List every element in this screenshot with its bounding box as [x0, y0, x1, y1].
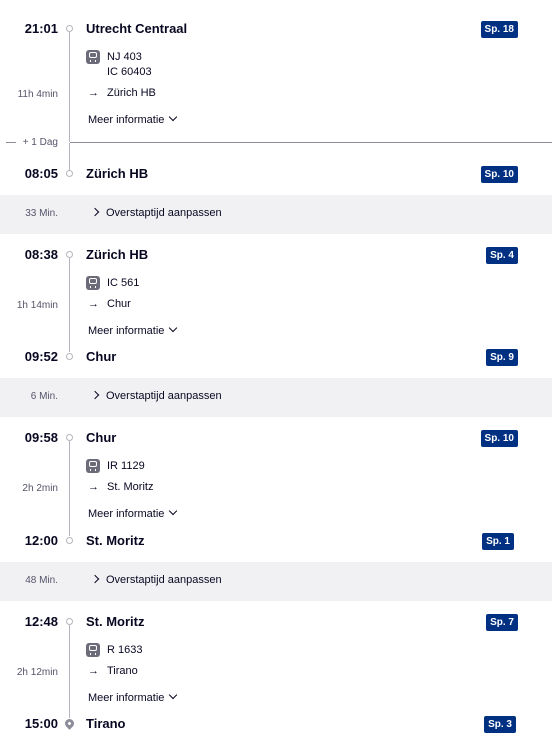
chevron-right-icon — [90, 574, 100, 584]
departure-time: 12:48 — [24, 614, 58, 629]
transfer-row: 6 Min. Overstaptijd aanpassen — [0, 378, 552, 417]
more-info-link[interactable]: Meer informatie — [88, 690, 178, 705]
departure-time: 09:58 — [24, 430, 58, 445]
train-direction: St. Moritz — [107, 481, 154, 493]
transfer-row: 33 Min. Overstaptijd aanpassen — [0, 195, 552, 234]
stop-dot — [66, 618, 73, 625]
leg-duration: 2h 12min — [16, 667, 58, 678]
arrival-time: 09:52 — [24, 349, 58, 364]
stop-dot — [66, 25, 73, 32]
arrival-time: 12:00 — [24, 533, 58, 548]
train-number: IR 1129 — [107, 460, 145, 472]
chevron-down-icon — [169, 323, 178, 333]
arrival-station: St. Moritz — [86, 533, 145, 548]
departure-time: 21:01 — [24, 21, 58, 36]
platform-badge: Sp. 18 — [480, 21, 518, 38]
platform-badge: Sp. 7 — [486, 614, 518, 631]
leg-duration: 11h 4min — [17, 89, 58, 100]
platform-badge: Sp. 3 — [484, 716, 516, 733]
transfer-duration: 33 Min. — [25, 208, 58, 219]
more-info-link[interactable]: Meer informatie — [88, 506, 178, 521]
train-number: IC 60403 — [107, 66, 152, 78]
train-icon — [86, 459, 100, 473]
train-direction: Zürich HB — [107, 87, 156, 99]
arrival-time: 15:00 — [24, 716, 58, 731]
chevron-right-icon — [90, 207, 100, 217]
chevron-right-icon — [90, 390, 100, 400]
arrow-right-icon: → — [88, 481, 99, 493]
train-number: IC 561 — [107, 277, 140, 289]
train-direction: Chur — [107, 298, 131, 310]
transfer-duration: 48 Min. — [25, 575, 58, 586]
arrival-station: Tirano — [86, 716, 126, 731]
transfer-duration: 6 Min. — [30, 391, 58, 402]
platform-badge: Sp. 10 — [480, 166, 518, 183]
departure-station: Utrecht Centraal — [86, 21, 188, 36]
adjust-transfer-link[interactable]: Overstaptijd aanpassen — [90, 390, 222, 403]
arrival-time: 08:05 — [24, 166, 58, 181]
chevron-down-icon — [169, 506, 178, 516]
more-info-label: Meer informatie — [88, 114, 165, 126]
arrival-station: Zürich HB — [86, 166, 149, 181]
chevron-down-icon — [169, 690, 178, 700]
timeline-line — [69, 258, 70, 352]
stop-dot — [66, 353, 73, 360]
departure-station: St. Moritz — [86, 614, 145, 629]
train-direction: Tirano — [107, 665, 138, 677]
platform-badge: Sp. 4 — [486, 247, 518, 264]
platform-badge: Sp. 10 — [480, 430, 518, 447]
timeline-line — [69, 143, 70, 171]
more-info-label: Meer informatie — [88, 325, 165, 337]
day-change-divider — [70, 142, 552, 143]
departure-station: Zürich HB — [86, 247, 149, 262]
platform-badge: Sp. 9 — [486, 349, 518, 366]
stop-dot — [66, 251, 73, 258]
day-change-label: + 1 Dag — [22, 137, 58, 148]
more-info-link[interactable]: Meer informatie — [88, 112, 178, 127]
stop-dot — [66, 170, 73, 177]
timeline-line — [69, 625, 70, 718]
more-info-label: Meer informatie — [88, 692, 165, 704]
train-icon — [86, 643, 100, 657]
more-info-link[interactable]: Meer informatie — [88, 323, 178, 338]
adjust-transfer-label: Overstaptijd aanpassen — [106, 574, 222, 586]
transfer-row: 48 Min. Overstaptijd aanpassen — [0, 562, 552, 601]
train-icon — [86, 276, 100, 290]
train-icon — [86, 50, 100, 64]
arrow-right-icon: → — [88, 298, 99, 310]
adjust-transfer-label: Overstaptijd aanpassen — [106, 207, 222, 219]
train-number: NJ 403 — [107, 51, 142, 63]
platform-badge: Sp. 1 — [482, 533, 514, 550]
timeline-line — [69, 32, 70, 142]
chevron-down-icon — [169, 112, 178, 122]
stop-dot — [66, 537, 73, 544]
adjust-transfer-link[interactable]: Overstaptijd aanpassen — [90, 574, 222, 587]
arrow-right-icon: → — [88, 87, 99, 99]
timeline-line — [69, 441, 70, 536]
departure-station: Chur — [86, 430, 117, 445]
adjust-transfer-link[interactable]: Overstaptijd aanpassen — [90, 207, 222, 220]
more-info-label: Meer informatie — [88, 508, 165, 520]
leg-duration: 1h 14min — [16, 300, 58, 311]
train-number: R 1633 — [107, 644, 143, 656]
arrow-right-icon: → — [88, 665, 99, 677]
departure-time: 08:38 — [24, 247, 58, 262]
adjust-transfer-label: Overstaptijd aanpassen — [106, 390, 222, 402]
leg-duration: 2h 2min — [22, 483, 58, 494]
arrival-station: Chur — [86, 349, 117, 364]
destination-pin-icon — [63, 717, 76, 730]
stop-dot — [66, 434, 73, 441]
